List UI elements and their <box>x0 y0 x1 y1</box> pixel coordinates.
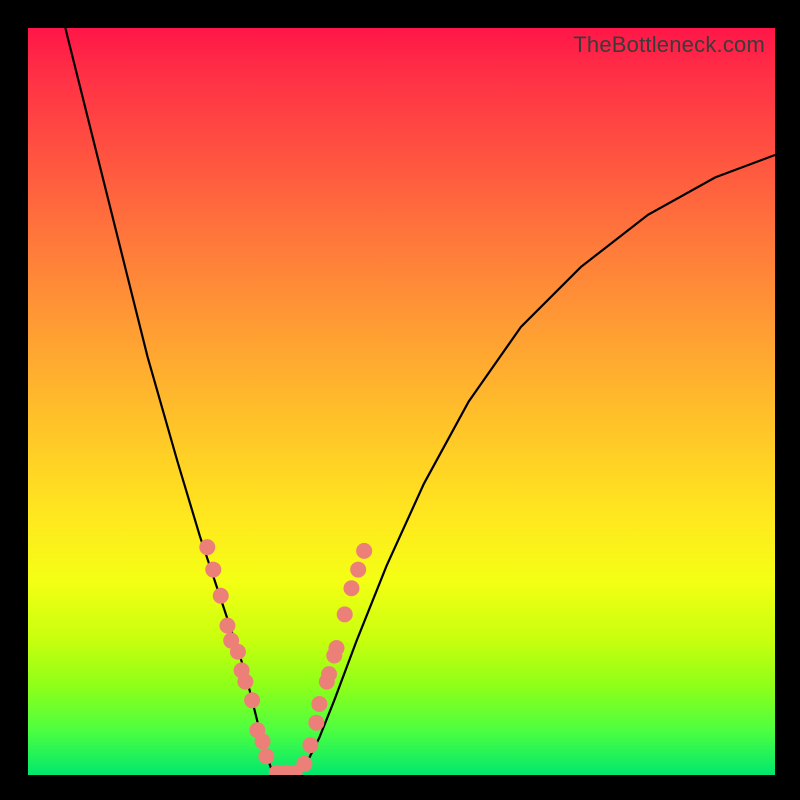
marker-dot <box>255 733 271 749</box>
marker-dot <box>356 543 372 559</box>
marker-dot <box>343 580 359 596</box>
curve-svg <box>28 28 775 775</box>
marker-dot <box>302 737 318 753</box>
marker-dot <box>311 696 327 712</box>
marker-dot <box>237 674 253 690</box>
marker-dot <box>230 644 246 660</box>
marker-dot <box>350 562 366 578</box>
marker-dot <box>296 756 312 772</box>
chart-frame: TheBottleneck.com <box>0 0 800 800</box>
marker-dot <box>308 715 324 731</box>
marker-dot <box>258 748 274 764</box>
marker-dot <box>199 539 215 555</box>
marker-dot <box>244 692 260 708</box>
marker-group <box>199 539 372 775</box>
marker-dot <box>213 588 229 604</box>
curve-group <box>65 28 775 775</box>
marker-dot <box>219 618 235 634</box>
plot-area: TheBottleneck.com <box>28 28 775 775</box>
curve-right <box>297 155 775 775</box>
marker-dot <box>337 606 353 622</box>
marker-dot <box>205 562 221 578</box>
marker-dot <box>329 640 345 656</box>
marker-dot <box>321 666 337 682</box>
